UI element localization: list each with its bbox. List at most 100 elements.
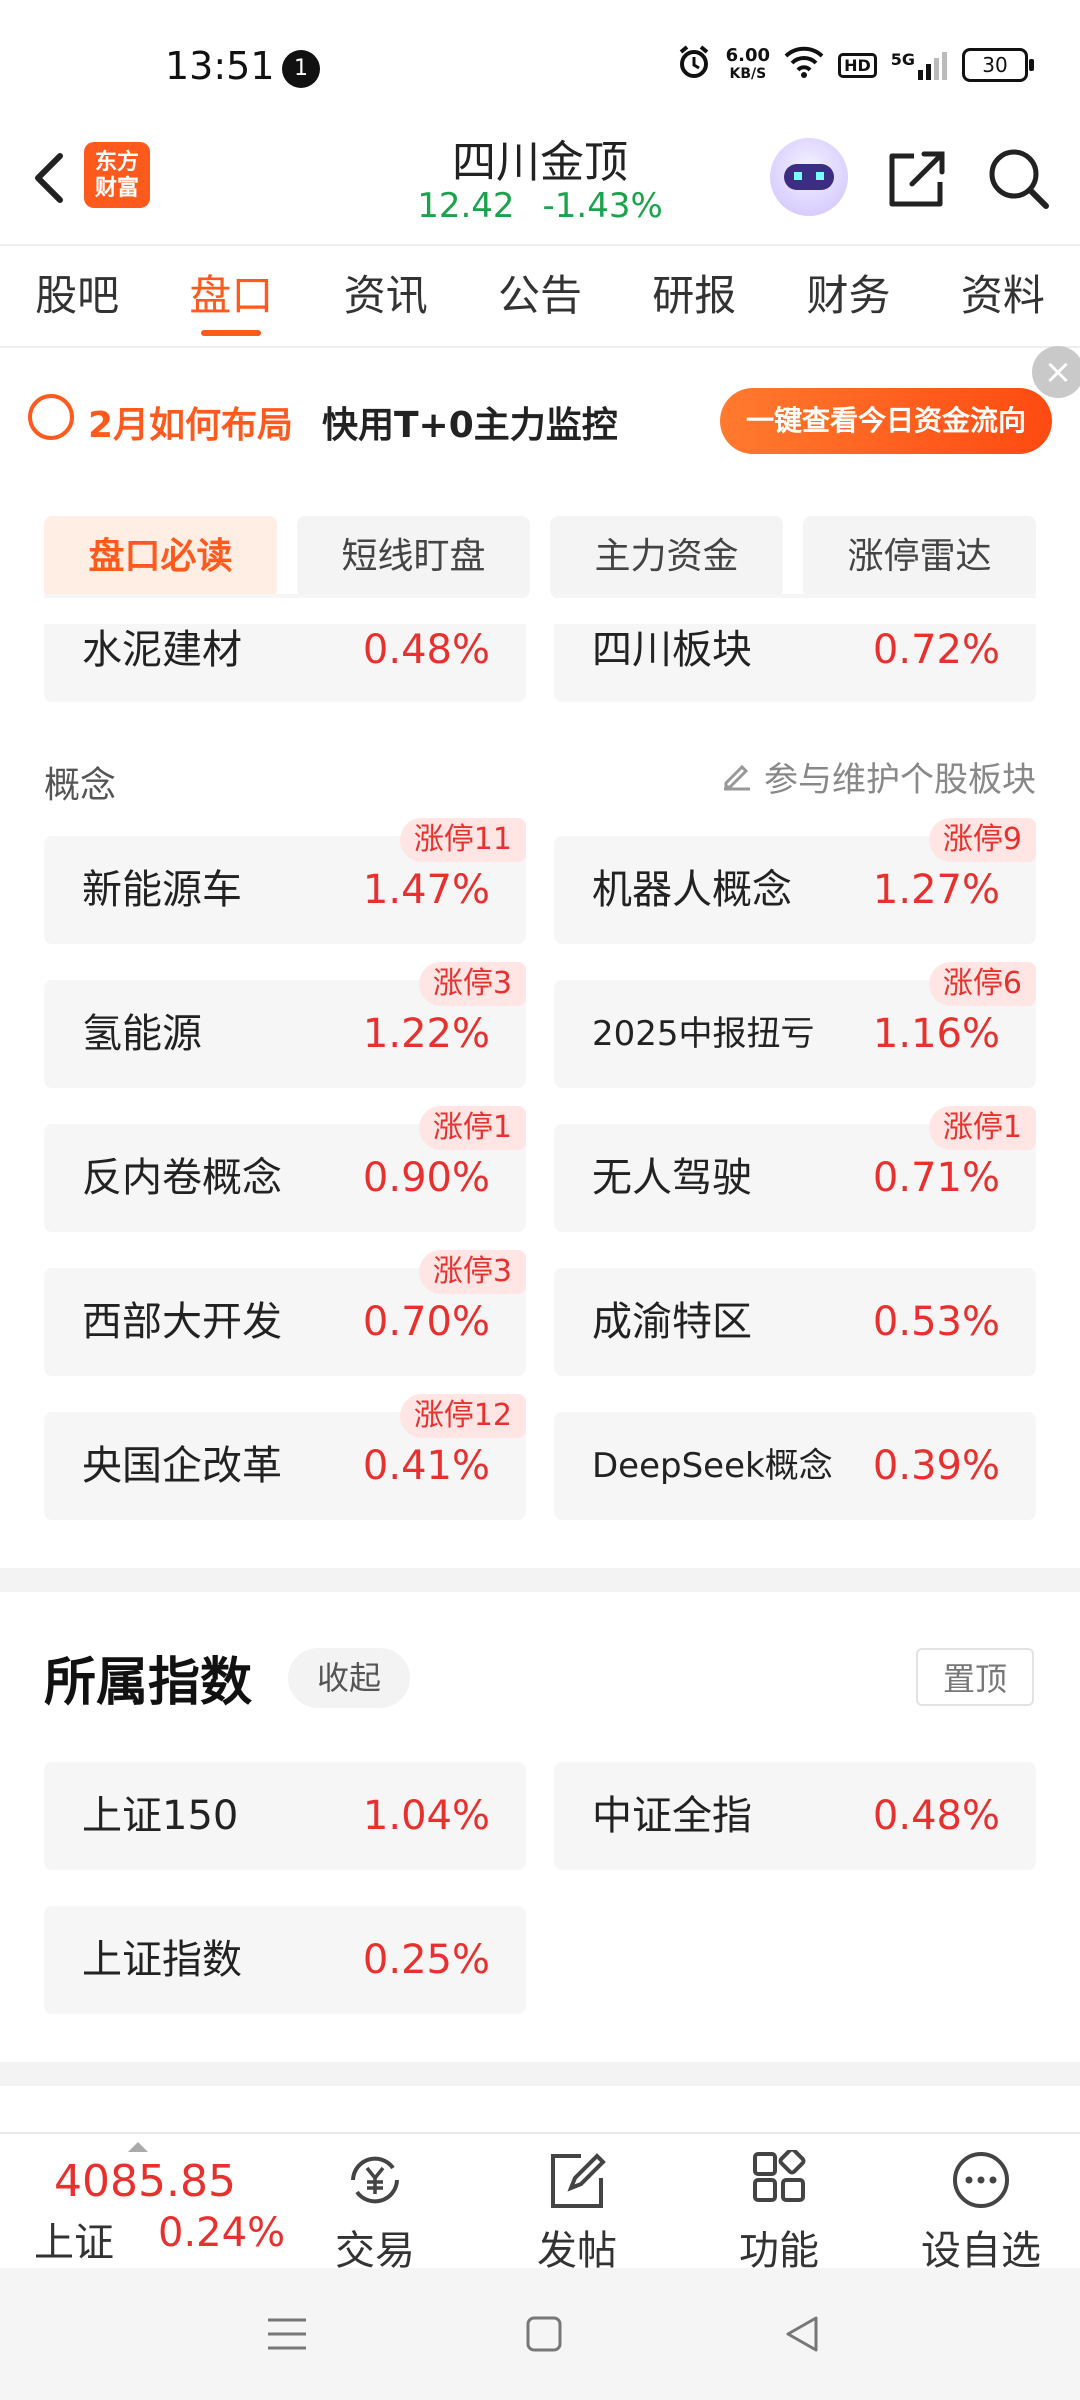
search-icon xyxy=(989,149,1049,209)
tab-caiwu[interactable]: 财务 xyxy=(771,246,925,346)
network-type: 5G xyxy=(890,50,915,69)
section-divider xyxy=(0,2062,1080,2086)
tab-ziliao[interactable]: 资料 xyxy=(926,246,1080,346)
concept-card[interactable]: 机器人概念 1.27% 涨停9 xyxy=(554,818,1036,944)
concept-name: DeepSeek概念 xyxy=(592,1446,833,1486)
market-index-value[interactable]: 4085.85 xyxy=(54,2156,236,2207)
fund-flow-button[interactable]: 一键查看今日资金流向 xyxy=(720,388,1052,454)
index-card[interactable]: 上证150 1.04% xyxy=(44,1762,526,1870)
concept-card[interactable]: 新能源车 1.47% 涨停11 xyxy=(44,818,526,944)
nav-add-watchlist[interactable]: 设自选 xyxy=(906,2140,1056,2274)
index-pct: 1.04% xyxy=(362,1793,490,1839)
market-index-name[interactable]: 上证 xyxy=(34,2210,114,2268)
speed-value: 6.00 xyxy=(725,45,771,66)
limit-up-badge: 涨停9 xyxy=(928,818,1036,862)
system-navigation-bar xyxy=(0,2268,1080,2400)
nav-post[interactable]: 发帖 xyxy=(502,2140,652,2274)
pankou-subtabs: 盘口必读 短线盯盘 主力资金 涨停雷达 xyxy=(44,516,1036,598)
nav-functions[interactable]: 功能 xyxy=(704,2140,854,2274)
concept-label: 概念 xyxy=(44,765,117,806)
tab-zixun[interactable]: 资讯 xyxy=(309,246,463,346)
share-icon xyxy=(889,151,945,207)
subtab-zhangting[interactable]: 涨停雷达 xyxy=(803,516,1036,598)
concept-card[interactable]: 西部大开发 0.70% 涨停3 xyxy=(44,1250,526,1376)
maintain-sectors-link[interactable]: 参与维护个股板块 xyxy=(720,752,1036,801)
pin-top-button[interactable]: 置顶 xyxy=(916,1648,1034,1706)
index-name: 中证全指 xyxy=(592,1793,752,1839)
limit-up-badge: 涨停1 xyxy=(418,1106,526,1150)
edit-icon xyxy=(551,2153,606,2208)
status-bar: 13:51 1 6.00 KB/S HD 5G 30 xyxy=(0,0,1080,120)
status-time: 13:51 xyxy=(165,44,275,88)
limit-up-badge: 涨停11 xyxy=(399,818,526,862)
caret-up-icon[interactable] xyxy=(128,2142,148,2152)
more-circle-icon xyxy=(953,2152,1009,2208)
concept-pct: 0.53% xyxy=(872,1299,1000,1345)
limit-up-badge: 涨停3 xyxy=(418,1250,526,1294)
subtab-duanxian[interactable]: 短线盯盘 xyxy=(297,516,530,598)
collapse-button[interactable]: 收起 xyxy=(288,1648,410,1708)
tab-yanbao[interactable]: 研报 xyxy=(617,246,771,346)
pencil-icon xyxy=(720,757,754,800)
limit-up-badge: 涨停6 xyxy=(928,962,1036,1006)
section-divider xyxy=(0,1568,1080,1592)
concept-name: 新能源车 xyxy=(82,867,242,913)
index-pct: 0.48% xyxy=(872,1793,1000,1839)
limit-up-badge: 涨停3 xyxy=(418,962,526,1006)
stock-change: -1.43% xyxy=(542,186,663,226)
speed-unit: KB/S xyxy=(729,66,767,82)
nav-trade[interactable]: 交易 xyxy=(300,2140,450,2274)
concept-name: 西部大开发 xyxy=(82,1299,282,1345)
notification-badge: 1 xyxy=(282,50,320,88)
tab-gonggao[interactable]: 公告 xyxy=(463,246,617,346)
limit-up-badge: 涨停12 xyxy=(399,1394,526,1438)
ai-assistant-icon[interactable] xyxy=(770,138,848,216)
main-tabs: 股吧 盘口 资讯 公告 研报 财务 资料 xyxy=(0,246,1080,348)
concept-pct: 0.39% xyxy=(872,1443,1000,1489)
subtab-pankou-bidu[interactable]: 盘口必读 xyxy=(44,516,277,598)
concept-name: 机器人概念 xyxy=(592,867,792,913)
index-name: 上证指数 xyxy=(82,1937,242,1983)
tab-pankou[interactable]: 盘口 xyxy=(154,246,308,346)
trade-icon xyxy=(351,2156,399,2204)
share-button[interactable] xyxy=(884,146,950,212)
concept-card[interactable]: 成渝特区 0.53% xyxy=(554,1268,1036,1376)
network-speed: 6.00 KB/S xyxy=(726,47,770,83)
concept-card[interactable]: DeepSeek概念 0.39% xyxy=(554,1412,1036,1520)
apps-icon xyxy=(753,2150,806,2202)
wifi-icon xyxy=(784,46,824,84)
hd-icon: HD xyxy=(838,52,877,78)
signal-icon: 5G xyxy=(891,50,948,80)
index-pct: 0.25% xyxy=(362,1937,490,1983)
chart-icon xyxy=(28,394,74,440)
concept-card[interactable]: 央国企改革 0.41% 涨停12 xyxy=(44,1394,526,1520)
indices-title: 所属指数 xyxy=(44,1653,253,1713)
promo-banner[interactable]: 2月如何布局 快用T+0主力监控 一键查看今日资金流向 × xyxy=(0,346,1080,478)
stock-price: 12.42 xyxy=(417,186,515,226)
concept-card[interactable]: 氢能源 1.22% 涨停3 xyxy=(44,962,526,1088)
concept-name: 成渝特区 xyxy=(592,1299,752,1345)
bottom-toolbar: 4085.85 上证 0.24% 交易 发帖 功能 设自选 xyxy=(0,2132,1080,2274)
index-card[interactable]: 中证全指 0.48% xyxy=(554,1762,1036,1870)
index-card[interactable]: 上证指数 0.25% xyxy=(44,1906,526,2014)
status-icons: 6.00 KB/S HD 5G 30 xyxy=(676,44,1034,86)
concept-name: 央国企改革 xyxy=(82,1443,282,1489)
concept-name: 反内卷概念 xyxy=(82,1155,282,1201)
maintain-label: 参与维护个股板块 xyxy=(764,760,1036,800)
battery-icon: 30 xyxy=(962,48,1034,82)
subtab-zhuli[interactable]: 主力资金 xyxy=(550,516,783,598)
tab-guba[interactable]: 股吧 xyxy=(0,246,154,346)
banner-title: 2月如何布局 xyxy=(88,405,294,446)
menu-icon[interactable] xyxy=(266,2314,308,2354)
concept-card[interactable]: 无人驾驶 0.71% 涨停1 xyxy=(554,1106,1036,1232)
market-index-pct[interactable]: 0.24% xyxy=(158,2210,285,2256)
concept-card[interactable]: 反内卷概念 0.90% 涨停1 xyxy=(44,1106,526,1232)
concept-name: 无人驾驶 xyxy=(592,1155,752,1201)
close-icon[interactable]: × xyxy=(1032,346,1080,398)
search-button[interactable] xyxy=(986,146,1052,212)
index-name: 上证150 xyxy=(82,1793,239,1839)
concept-card[interactable]: 2025中报扭亏 1.16% 涨停6 xyxy=(554,962,1036,1088)
back-nav-icon[interactable] xyxy=(782,2314,822,2354)
concept-name: 2025中报扭亏 xyxy=(592,1014,815,1054)
home-icon[interactable] xyxy=(524,2314,564,2354)
